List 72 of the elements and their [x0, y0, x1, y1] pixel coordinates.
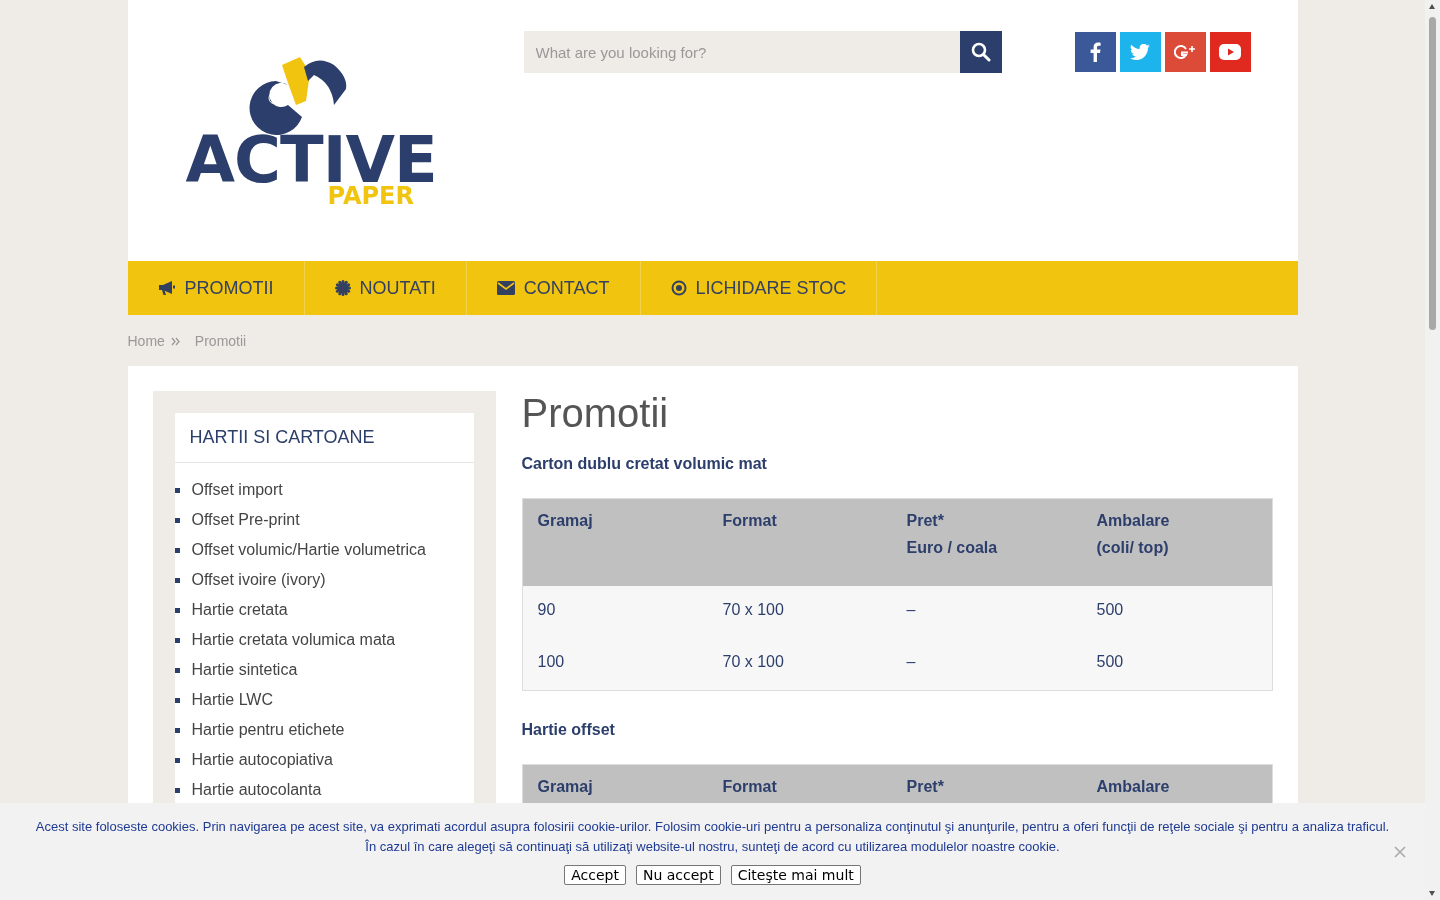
section-heading: Hartie offset [521, 721, 616, 739]
cookie-notice-text: Acest site foloseste cookies. Prin navigarea pe acest site, va exprimati acordul asupra folosirii cookie-urilor. Folosim cookie-uri pentru a personaliza conţinutul şi anunţurile, pentru a oferi funcţii de reţele sociale şi pentru a analiza traficul. [35, 819, 1390, 835]
nav-link[interactable]: NOUTATI [304, 261, 467, 315]
logo-shell-icon [247, 55, 348, 135]
cookie-button[interactable]: Accept [564, 865, 626, 885]
bullet-icon [174, 487, 180, 493]
table-cell: – [891, 586, 1082, 638]
breadcrumb-current: Promotii [194, 333, 247, 349]
page-title: Promotii [521, 391, 670, 435]
category-link[interactable]: Hartie LWC [191, 691, 273, 709]
scrollbar-thumb[interactable] [1429, 17, 1436, 330]
badge-icon [334, 280, 351, 296]
bullet-icon [174, 667, 180, 673]
cookie-notice-text: În cazul în care alegeţi să continuaţi să utilizaţi website-ul nostru, sunteţi de acord cu utilizarea modulelor noastre cookie. [365, 839, 1060, 855]
column-header: Ambalare [1096, 777, 1171, 797]
google-plus-icon [1174, 42, 1196, 62]
category-link[interactable]: Offset volumic/Hartie volumetrica [191, 541, 426, 559]
facebook-button[interactable] [1074, 32, 1116, 72]
table-cell: 500 [1081, 586, 1272, 638]
nav-link[interactable]: LICHIDARE STOC [640, 261, 878, 315]
column-header: Format [722, 777, 778, 797]
table-cell: 100 [522, 638, 708, 691]
category-link[interactable]: Hartie pentru etichete [191, 721, 345, 739]
category-link[interactable]: Hartie cretata volumica mata [191, 631, 396, 649]
table-cell: 90 [522, 586, 708, 638]
column-header: Pret* [906, 511, 945, 531]
bullet-icon [174, 637, 180, 643]
bullet-icon [174, 727, 180, 733]
bullet-icon [174, 787, 180, 793]
column-header: Ambalare [1096, 511, 1171, 531]
table-cell: 70 x 100 [707, 638, 892, 691]
double-chevron-icon [170, 336, 180, 346]
bullet-icon [174, 547, 180, 553]
cookie-button[interactable]: Citeşte mai mult [730, 865, 861, 885]
bullet-icon [174, 757, 180, 763]
column-header: Gramaj [537, 511, 594, 531]
bullet-icon [174, 607, 180, 613]
youtube-icon [1219, 44, 1241, 60]
column-header: Pret* [906, 777, 945, 797]
category-link[interactable]: Hartie autocopiativa [191, 751, 333, 769]
table-cell: 500 [1081, 638, 1272, 691]
nav-link[interactable]: CONTACT [466, 261, 641, 315]
column-subheader: (coli/ top) [1096, 538, 1170, 558]
table-cell: – [891, 638, 1082, 691]
nav-link[interactable]: PROMOTII [127, 261, 305, 315]
column-header: Gramaj [537, 777, 594, 797]
facebook-icon [1089, 42, 1101, 62]
category-link[interactable]: Hartie cretata [191, 601, 288, 619]
youtube-button[interactable] [1209, 32, 1251, 72]
bullet-icon [174, 697, 180, 703]
target-icon [670, 280, 687, 296]
table-cell: 70 x 100 [707, 586, 892, 638]
bird-icon [1130, 44, 1150, 60]
category-link[interactable]: Offset Pre-print [191, 511, 300, 529]
sidebar-title: HARTII SI CARTOANE [174, 413, 474, 463]
envelope-icon [496, 281, 515, 295]
column-subheader: Euro / coala [906, 538, 999, 558]
section-heading: Carton dublu cretat volumic mat [521, 455, 768, 473]
scroll-up-icon[interactable] [1429, 4, 1435, 9]
category-link[interactable]: Hartie sintetica [191, 661, 298, 679]
category-link[interactable]: Hartie autocolanta [191, 781, 322, 799]
category-link[interactable]: Offset import [191, 481, 283, 499]
bullet-icon [174, 517, 180, 523]
column-header: Format [722, 511, 778, 531]
megaphone-icon [157, 280, 176, 296]
search-field[interactable]: What are you looking for? [523, 31, 960, 73]
google-plus-button[interactable] [1164, 32, 1206, 72]
category-link[interactable]: Offset ivoire (ivory) [191, 571, 326, 589]
search-icon [970, 42, 991, 62]
bullet-icon [174, 577, 180, 583]
cookie-button[interactable]: Nu accept [635, 865, 721, 885]
search-button[interactable] [959, 31, 1002, 73]
